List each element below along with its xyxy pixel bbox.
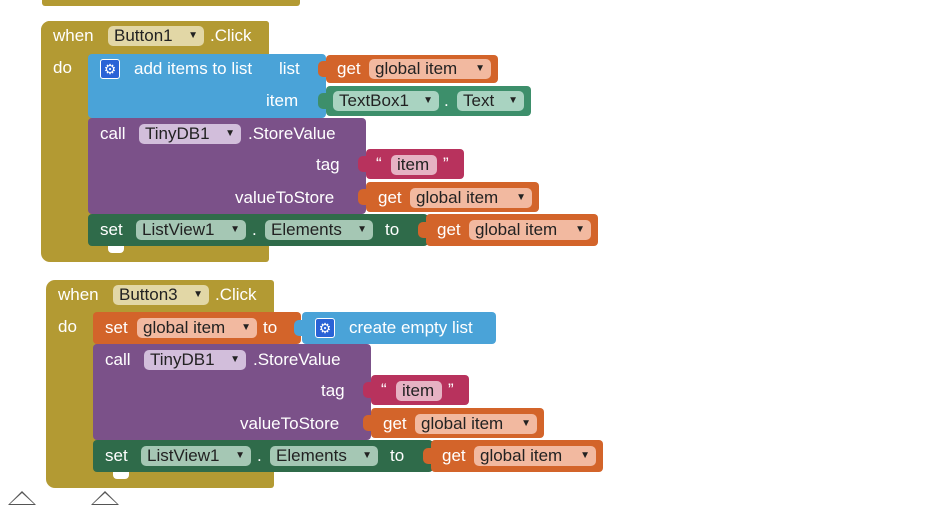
chevron-down-icon: ▼ xyxy=(516,192,526,203)
chevron-down-icon: ▼ xyxy=(362,450,372,461)
call-label: call xyxy=(105,350,131,369)
chevron-down-icon: ▼ xyxy=(230,224,240,235)
get-label: get xyxy=(437,220,461,239)
property-dropdown-elements[interactable]: Elements ▼ xyxy=(265,220,373,240)
gear-icon[interactable]: ⚙ xyxy=(100,59,120,79)
chevron-down-icon: ▼ xyxy=(230,354,240,365)
chevron-down-icon: ▼ xyxy=(225,128,235,139)
variable-dropdown[interactable]: global item ▼ xyxy=(469,220,591,240)
component-dropdown-listview1[interactable]: ListView1 ▼ xyxy=(136,220,246,240)
property-dropdown-elements[interactable]: Elements ▼ xyxy=(270,446,378,466)
when-label: when xyxy=(53,26,94,45)
open-quote: “ xyxy=(381,380,387,399)
set-label: set xyxy=(105,318,128,337)
gear-icon[interactable]: ⚙ xyxy=(315,318,335,338)
to-label: to xyxy=(263,318,278,337)
value-to-store-label: valueToStore xyxy=(240,414,340,433)
set-label: set xyxy=(105,446,128,465)
component-dropdown-listview1[interactable]: ListView1 ▼ xyxy=(141,446,251,466)
event-name-label: .Click xyxy=(210,26,252,45)
to-label: to xyxy=(385,220,400,239)
close-quote: ” xyxy=(448,380,454,399)
component-dropdown-button3[interactable]: Button3 ▼ xyxy=(113,285,209,305)
set-label: set xyxy=(100,220,123,239)
chevron-down-icon: ▼ xyxy=(521,418,531,429)
list-param-label: list xyxy=(279,59,300,78)
close-quote: ” xyxy=(443,154,449,173)
when-label: when xyxy=(58,285,99,304)
method-label: .StoreValue xyxy=(248,124,336,143)
component-dropdown-tinydb1[interactable]: TinyDB1 ▼ xyxy=(144,350,246,370)
variable-dropdown[interactable]: global item ▼ xyxy=(369,59,491,79)
chevron-down-icon: ▼ xyxy=(580,450,590,461)
tag-param-label: tag xyxy=(321,381,345,400)
tag-param-label: tag xyxy=(316,155,340,174)
dot-label: . xyxy=(252,220,257,239)
get-label: get xyxy=(383,414,407,433)
chevron-down-icon: ▼ xyxy=(235,450,245,461)
property-dropdown-text[interactable]: Text ▼ xyxy=(457,91,524,111)
dot-label: . xyxy=(444,91,449,110)
chevron-down-icon: ▼ xyxy=(188,30,198,41)
component-dropdown-button1[interactable]: Button1 ▼ xyxy=(108,26,204,46)
to-label: to xyxy=(390,446,405,465)
open-quote: “ xyxy=(376,154,382,173)
block-notch xyxy=(108,246,124,253)
method-label: .StoreValue xyxy=(253,350,341,369)
get-label: get xyxy=(378,188,402,207)
block-notch xyxy=(113,472,129,479)
triangle-up-icon[interactable] xyxy=(8,491,36,505)
dot-label: . xyxy=(257,446,262,465)
text-input[interactable]: item xyxy=(391,155,437,175)
variable-dropdown[interactable]: global item ▼ xyxy=(474,446,596,466)
socket xyxy=(318,93,328,109)
socket xyxy=(363,415,373,431)
chevron-down-icon: ▼ xyxy=(193,289,203,300)
variable-dropdown[interactable]: global item ▼ xyxy=(410,188,532,208)
chevron-down-icon: ▼ xyxy=(475,63,485,74)
triangle-up-icon[interactable] xyxy=(91,491,119,505)
chevron-down-icon: ▼ xyxy=(423,95,433,106)
socket xyxy=(358,189,368,205)
add-items-label: add items to list xyxy=(134,59,253,78)
socket xyxy=(423,448,433,464)
item-param-label: item xyxy=(266,91,299,110)
do-label: do xyxy=(53,58,72,77)
value-to-store-label: valueToStore xyxy=(235,188,335,207)
partial-block-top[interactable] xyxy=(42,0,300,6)
get-label: get xyxy=(442,446,466,465)
chevron-down-icon: ▼ xyxy=(575,224,585,235)
variable-dropdown[interactable]: global item ▼ xyxy=(137,318,257,338)
variable-dropdown[interactable]: global item ▼ xyxy=(415,414,537,434)
chevron-down-icon: ▼ xyxy=(357,224,367,235)
call-label: call xyxy=(100,124,126,143)
create-empty-list-label: create empty list xyxy=(349,318,473,337)
socket xyxy=(294,320,304,336)
event-name-label: .Click xyxy=(215,285,257,304)
do-label: do xyxy=(58,317,77,336)
socket xyxy=(418,222,428,238)
component-dropdown-textbox1[interactable]: TextBox1 ▼ xyxy=(333,91,439,111)
chevron-down-icon: ▼ xyxy=(241,322,251,333)
socket xyxy=(363,382,373,398)
chevron-down-icon: ▼ xyxy=(508,95,518,106)
component-dropdown-tinydb1[interactable]: TinyDB1 ▼ xyxy=(139,124,241,144)
socket xyxy=(358,156,368,172)
get-label: get xyxy=(337,59,361,78)
text-input[interactable]: item xyxy=(396,381,442,401)
socket xyxy=(318,61,328,77)
